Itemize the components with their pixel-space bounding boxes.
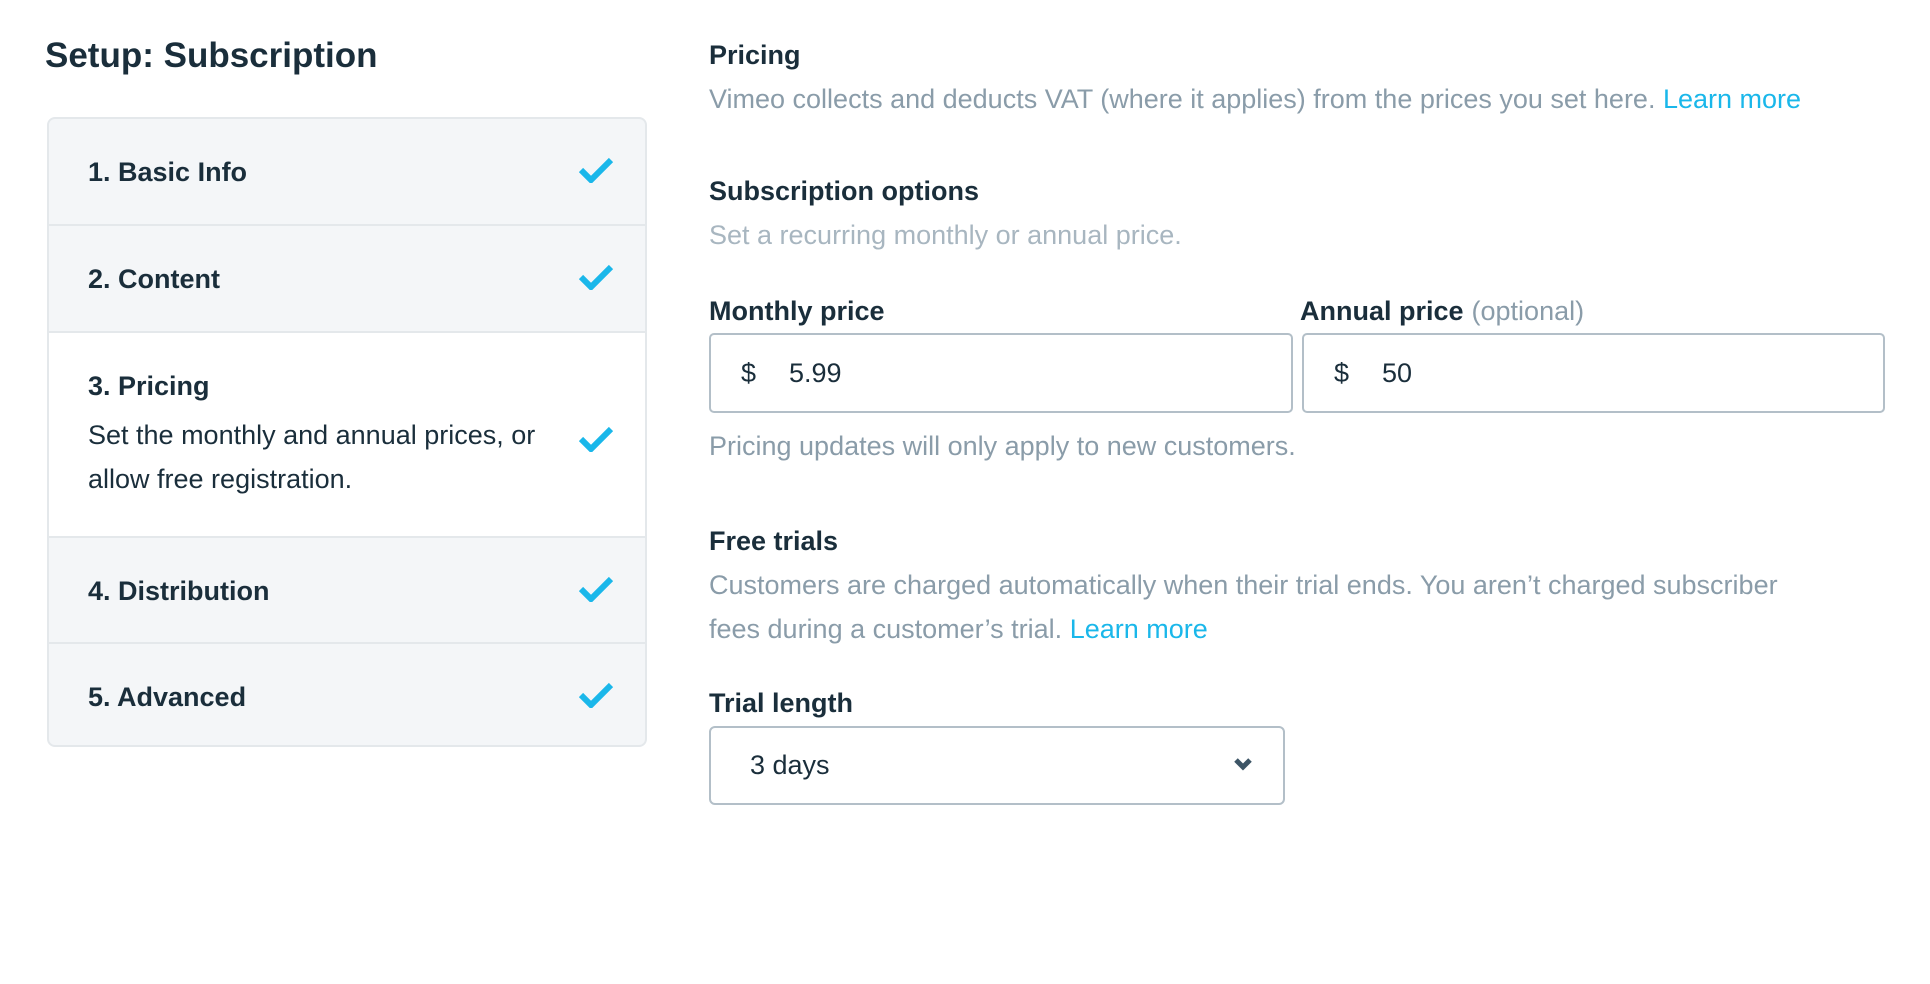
- checkmark-icon: [579, 682, 613, 708]
- page-title: Setup: Subscription: [45, 36, 378, 75]
- step-description: Set the monthly and annual prices, or al…: [88, 420, 536, 494]
- annual-price-input[interactable]: [1382, 335, 1861, 411]
- checkmark-icon: [579, 264, 613, 290]
- currency-symbol: $: [1334, 358, 1350, 388]
- checkmark-icon: [579, 157, 613, 183]
- free-trials-heading: Free trials: [709, 526, 839, 556]
- step-distribution[interactable]: 4. Distribution: [49, 538, 645, 644]
- step-label: 4. Distribution: [88, 576, 270, 606]
- pricing-heading: Pricing: [709, 40, 801, 70]
- monthly-price-field[interactable]: $: [709, 333, 1293, 413]
- chevron-down-icon: [1233, 756, 1253, 772]
- optional-hint: (optional): [1471, 296, 1585, 326]
- trial-length-value: 3 days: [750, 750, 830, 780]
- step-pricing[interactable]: 3. Pricing Set the monthly and annual pr…: [49, 333, 645, 538]
- step-label: 5. Advanced: [88, 682, 247, 712]
- currency-symbol: $: [741, 358, 757, 388]
- subscription-options-description: Set a recurring monthly or annual price.: [709, 220, 1182, 250]
- pricing-update-note: Pricing updates will only apply to new c…: [709, 431, 1296, 461]
- free-trials-description-line2: fees during a customer’s trial. Learn mo…: [709, 607, 1208, 651]
- step-label: 3. Pricing: [88, 371, 210, 401]
- step-content[interactable]: 2. Content: [49, 226, 645, 333]
- step-label: 1. Basic Info: [88, 157, 248, 187]
- annual-price-label: Annual price (optional): [1300, 295, 1584, 327]
- pricing-learn-more-link[interactable]: Learn more: [1663, 84, 1801, 114]
- free-trials-description-text: fees during a customer’s trial.: [709, 614, 1063, 644]
- step-label: 2. Content: [88, 264, 220, 294]
- annual-price-field[interactable]: $: [1302, 333, 1885, 413]
- free-trials-description-line1: Customers are charged automatically when…: [709, 570, 1778, 600]
- trial-length-select[interactable]: 3 days: [709, 726, 1285, 805]
- checkmark-icon: [579, 426, 613, 452]
- monthly-price-label: Monthly price: [709, 296, 885, 326]
- step-basic-info[interactable]: 1. Basic Info: [49, 119, 645, 226]
- step-advanced[interactable]: 5. Advanced: [49, 644, 645, 745]
- pricing-description: Vimeo collects and deducts VAT (where it…: [709, 77, 1801, 121]
- subscription-options-heading: Subscription options: [709, 176, 979, 206]
- annual-price-label-text: Annual price: [1300, 296, 1464, 326]
- monthly-price-input[interactable]: [789, 335, 1269, 411]
- setup-steps-panel: 1. Basic Info 2. Content 3. Pricing Set …: [47, 117, 647, 747]
- pricing-description-text: Vimeo collects and deducts VAT (where it…: [709, 84, 1656, 114]
- trial-length-label: Trial length: [709, 688, 854, 718]
- free-trials-learn-more-link[interactable]: Learn more: [1070, 614, 1208, 644]
- checkmark-icon: [579, 576, 613, 602]
